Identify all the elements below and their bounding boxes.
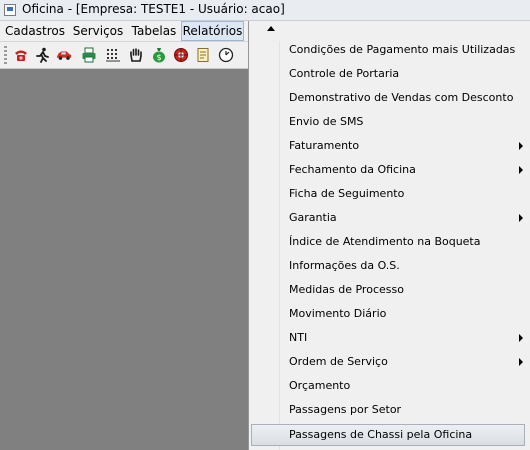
menu-item-label: Ficha de Seguimento <box>289 187 405 200</box>
scroll-up-arrow-icon[interactable] <box>267 26 275 31</box>
menu-item-label: Demonstrativo de Vendas com Desconto <box>289 91 514 104</box>
submenu-arrow-icon <box>519 214 523 222</box>
menu-item-label: Faturamento <box>289 139 360 152</box>
menu-item-ordem-servico[interactable]: Ordem de Serviço <box>251 351 525 373</box>
relatorios-dropdown-menu: Condições de Pagamento mais Utilizadas C… <box>248 21 530 450</box>
wheel-icon[interactable] <box>173 47 189 63</box>
telephone-icon[interactable] <box>13 47 29 63</box>
submenu-arrow-icon <box>519 334 523 342</box>
menu-item-label: Envio de SMS <box>289 115 364 128</box>
menu-item-label: Ordem de Serviço <box>289 355 388 368</box>
menu-cadastros[interactable]: Cadastros <box>4 21 66 41</box>
menu-item-controle-portaria[interactable]: Controle de Portaria <box>251 63 525 85</box>
menu-item-faturamento[interactable]: Faturamento <box>251 135 525 157</box>
menu-item-demonstrativo-vendas[interactable]: Demonstrativo de Vendas com Desconto <box>251 87 525 109</box>
menu-item-label: Garantia <box>289 211 337 224</box>
menu-item-label: Informações da O.S. <box>289 259 400 272</box>
menu-item-orcamento[interactable]: Orçamento <box>251 375 525 397</box>
menu-item-label: Condições de Pagamento mais Utilizadas <box>289 43 516 56</box>
menu-relatorios[interactable]: Relatórios <box>181 21 244 41</box>
menu-item-label: Passagens de Chassi pela Oficina <box>289 428 473 441</box>
submenu-arrow-icon <box>519 358 523 366</box>
submenu-arrow-icon <box>519 142 523 150</box>
menu-item-label: Índice de Atendimento na Boqueta <box>289 235 481 248</box>
menu-item-label: Movimento Diário <box>289 307 387 320</box>
menu-item-garantia[interactable]: Garantia <box>251 207 525 229</box>
menu-item-ficha-seguimento[interactable]: Ficha de Seguimento <box>251 183 525 205</box>
menu-item-medidas-processo[interactable]: Medidas de Processo <box>251 279 525 301</box>
window-title: Oficina - [Empresa: TESTE1 - Usuário: ac… <box>22 2 285 16</box>
running-man-icon[interactable] <box>34 47 50 63</box>
menu-item-label: Fechamento da Oficina <box>289 163 416 176</box>
toolbar-grip[interactable] <box>4 46 7 64</box>
notepad-icon[interactable] <box>195 47 211 63</box>
menu-item-label: NTI <box>289 331 308 344</box>
toolbar: $ <box>0 42 248 69</box>
menu-item-condicoes-pagamento[interactable]: Condições de Pagamento mais Utilizadas <box>251 39 525 61</box>
menu-item-label: Medidas de Processo <box>289 283 404 296</box>
menu-bar: Cadastros Serviços Tabelas Relatórios <box>0 21 248 42</box>
menu-item-indice-atendimento[interactable]: Índice de Atendimento na Boqueta <box>251 231 525 253</box>
menu-tabelas[interactable]: Tabelas <box>130 21 178 41</box>
grid-icon[interactable] <box>105 47 121 63</box>
menu-item-label: Passagens por Setor <box>289 403 402 416</box>
menu-item-fechamento-oficina[interactable]: Fechamento da Oficina <box>251 159 525 181</box>
app-window-icon[interactable] <box>4 4 16 16</box>
clock-icon[interactable] <box>218 47 234 63</box>
menu-item-envio-sms[interactable]: Envio de SMS <box>251 111 525 133</box>
menu-item-label: Controle de Portaria <box>289 67 400 80</box>
car-icon[interactable] <box>56 47 72 63</box>
menu-item-informacoes-os[interactable]: Informações da O.S. <box>251 255 525 277</box>
submenu-arrow-icon <box>519 166 523 174</box>
menu-item-nti[interactable]: NTI <box>251 327 525 349</box>
svg-text:$: $ <box>156 53 161 62</box>
money-bag-icon[interactable]: $ <box>151 47 167 63</box>
mdi-workspace[interactable] <box>0 69 248 450</box>
menu-servicos[interactable]: Serviços <box>70 21 126 41</box>
menu-item-movimento-diario[interactable]: Movimento Diário <box>251 303 525 325</box>
menu-item-passagens-chassi[interactable]: Passagens de Chassi pela Oficina <box>251 424 525 446</box>
hand-icon[interactable] <box>128 47 144 63</box>
printer-icon[interactable] <box>81 47 97 63</box>
title-bar: Oficina - [Empresa: TESTE1 - Usuário: ac… <box>0 0 530 21</box>
menu-item-passagens-setor[interactable]: Passagens por Setor <box>251 399 525 421</box>
menu-item-label: Orçamento <box>289 379 351 392</box>
